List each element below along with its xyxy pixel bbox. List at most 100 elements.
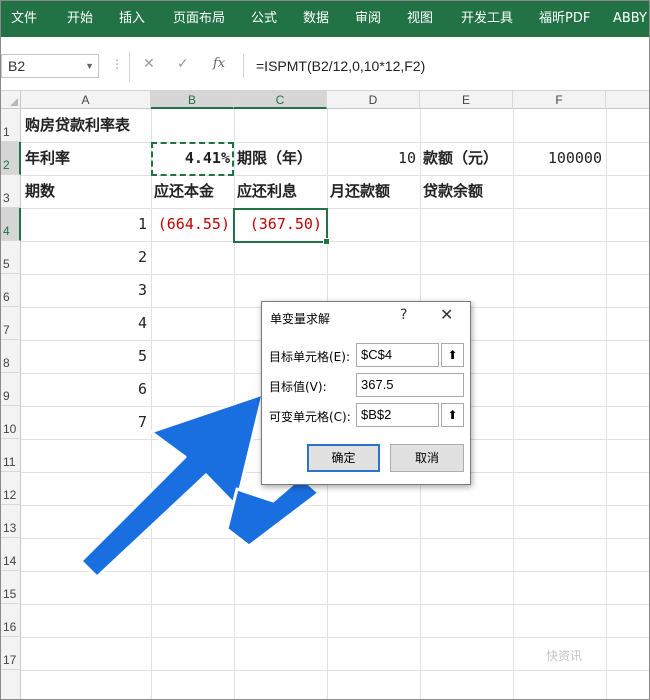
row-number: 8: [3, 356, 10, 370]
select-all-corner[interactable]: [1, 91, 21, 109]
row-header-18[interactable]: [1, 670, 21, 699]
row-number: 17: [3, 653, 17, 667]
row-number: 14: [3, 554, 17, 568]
row-number: 16: [3, 620, 17, 634]
cell-e2[interactable]: 款额（元）: [423, 142, 498, 175]
cell-b3[interactable]: 应还本金: [154, 175, 214, 208]
cell-d3[interactable]: 月还款额: [330, 175, 390, 208]
row-header-6[interactable]: 6: [1, 274, 21, 307]
target-cell-input[interactable]: $C$4: [356, 343, 439, 367]
tab-view[interactable]: 视图: [407, 1, 433, 37]
row-number: 6: [3, 290, 10, 304]
collapse-dialog-icon[interactable]: ⬆: [441, 343, 464, 367]
formula-input[interactable]: =ISPMT(B2/12,0,10*12,F2): [243, 54, 649, 78]
gridline: [513, 109, 514, 699]
cell-a2[interactable]: 年利率: [25, 142, 70, 175]
gridline: [21, 670, 649, 671]
drag-handle-icon[interactable]: ⋮: [111, 57, 123, 71]
row-header-14[interactable]: 14: [1, 538, 21, 571]
name-box[interactable]: B2 ▼: [1, 54, 99, 78]
row-header-8[interactable]: 8: [1, 340, 21, 373]
cell-a8[interactable]: 5: [21, 340, 147, 373]
help-icon[interactable]: ?: [400, 307, 407, 323]
gridline: [21, 604, 649, 605]
row-header-7[interactable]: 7: [1, 307, 21, 340]
tab-page-layout[interactable]: 页面布局: [173, 1, 225, 37]
row-header-9[interactable]: 9: [1, 373, 21, 406]
row-number: 7: [3, 323, 10, 337]
ribbon-tab-bar: 文件 开始 插入 页面布局 公式 数据 审阅 视图 开发工具 福昕PDF ABB…: [1, 1, 649, 37]
row-number: 4: [3, 224, 10, 238]
row-number: 15: [3, 587, 17, 601]
cell-e3[interactable]: 贷款余额: [423, 175, 483, 208]
close-icon[interactable]: ✕: [440, 305, 453, 324]
cancel-button[interactable]: 取消: [390, 444, 464, 472]
gridline: [606, 109, 607, 699]
dialog-title: 单变量求解: [270, 312, 331, 326]
row-header-17[interactable]: 17: [1, 637, 21, 670]
gridline: [234, 109, 235, 699]
tab-developer[interactable]: 开发工具: [461, 1, 513, 37]
row-number: 2: [3, 158, 10, 172]
tab-data[interactable]: 数据: [303, 1, 329, 37]
row-number: 12: [3, 488, 17, 502]
cell-a6[interactable]: 3: [21, 274, 147, 307]
row-header-15[interactable]: 15: [1, 571, 21, 604]
column-header-g[interactable]: [606, 91, 649, 109]
cell-a7[interactable]: 4: [21, 307, 147, 340]
row-header-16[interactable]: 16: [1, 604, 21, 637]
cell-a4[interactable]: 1: [21, 208, 147, 241]
tab-review[interactable]: 审阅: [355, 1, 381, 37]
changing-cell-input[interactable]: $B$2: [356, 403, 439, 427]
row-header-1[interactable]: 1: [1, 109, 21, 142]
column-header-a[interactable]: A: [21, 91, 151, 109]
name-box-value: B2: [8, 58, 26, 74]
tab-home[interactable]: 开始: [67, 1, 93, 37]
row-header-12[interactable]: 12: [1, 472, 21, 505]
row-header-2[interactable]: 2: [1, 142, 21, 175]
collapse-dialog-icon[interactable]: ⬆: [441, 403, 464, 427]
cell-b4[interactable]: (664.55): [151, 208, 230, 241]
row-header-4[interactable]: 4: [1, 208, 21, 241]
column-header-b[interactable]: B: [151, 91, 234, 109]
column-header-c[interactable]: C: [234, 91, 327, 109]
active-cell-c4[interactable]: [233, 208, 330, 245]
tab-foxit-pdf[interactable]: 福昕PDF: [539, 1, 590, 37]
row-header-3[interactable]: 3: [1, 175, 21, 208]
row-number: 5: [3, 257, 10, 271]
changing-cell-label: 可变单元格(C):: [269, 410, 351, 424]
cell-a3[interactable]: 期数: [25, 175, 55, 208]
row-header-10[interactable]: 10: [1, 406, 21, 439]
cell-a9[interactable]: 6: [21, 373, 147, 406]
target-value-input[interactable]: 367.5: [356, 373, 464, 397]
cell-f2[interactable]: 100000: [513, 142, 602, 175]
column-header-f[interactable]: F: [513, 91, 606, 109]
tab-insert[interactable]: 插入: [119, 1, 145, 37]
tab-abbyy[interactable]: ABBY: [613, 1, 647, 37]
column-header-e[interactable]: E: [420, 91, 513, 109]
cell-d2[interactable]: 10: [327, 142, 416, 175]
row-number: 11: [3, 455, 16, 469]
tab-formulas[interactable]: 公式: [251, 1, 277, 37]
row-number: 10: [3, 422, 17, 436]
insert-function-icon[interactable]: fx: [213, 56, 225, 71]
enter-icon[interactable]: ✓: [177, 56, 189, 72]
row-number: 9: [3, 389, 10, 403]
tab-file[interactable]: 文件: [11, 1, 37, 37]
cell-a10[interactable]: 7: [21, 406, 147, 439]
gridline: [151, 109, 152, 699]
row-number: 1: [3, 125, 10, 139]
watermark: 快资讯: [546, 649, 583, 663]
cell-c2[interactable]: 期限（年）: [237, 142, 312, 175]
cell-c3[interactable]: 应还利息: [237, 175, 297, 208]
row-header-5[interactable]: 5: [1, 241, 21, 274]
cancel-icon[interactable]: ✕: [143, 56, 155, 72]
cell-a1[interactable]: 购房贷款利率表: [25, 109, 130, 142]
row-header-13[interactable]: 13: [1, 505, 21, 538]
column-header-d[interactable]: D: [327, 91, 420, 109]
copy-marquee-b2: [151, 142, 234, 176]
row-header-11[interactable]: 11: [1, 439, 21, 472]
cell-a5[interactable]: 2: [21, 241, 147, 274]
ok-button[interactable]: 确定: [307, 444, 380, 472]
chevron-down-icon[interactable]: ▼: [85, 55, 94, 77]
